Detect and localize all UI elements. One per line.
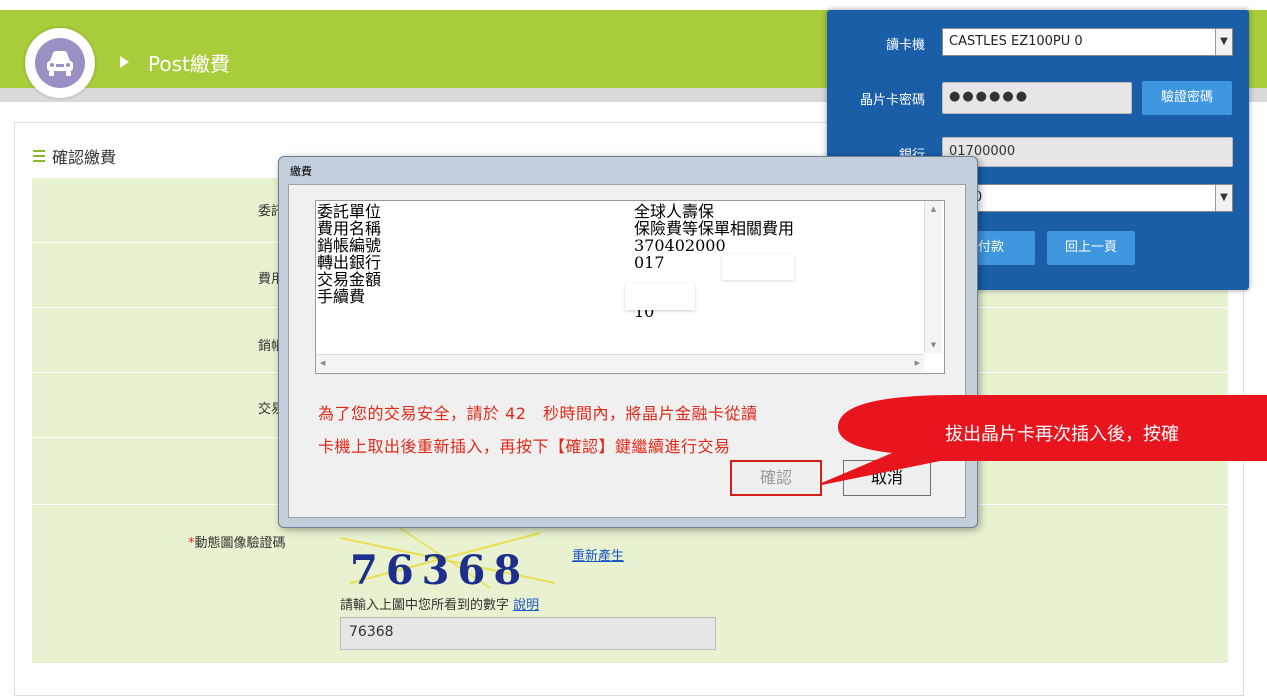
dialog-title: 繳費 xyxy=(290,165,312,178)
redaction-mask xyxy=(625,284,695,310)
section-title: 確認繳費 xyxy=(52,148,117,167)
reader-select[interactable]: CASTLES EZ100PU 0 ▼ xyxy=(942,28,1233,56)
breadcrumb-arrow-icon xyxy=(120,56,129,68)
scroll-left-icon[interactable]: ◀ xyxy=(320,359,325,367)
regenerate-captcha-link[interactable]: 重新產生 xyxy=(572,545,624,564)
captcha-help-text: 請輸入上圖中您所看到的數字 xyxy=(340,598,510,613)
info-value: 保險費等保單相關費用 xyxy=(634,219,795,238)
captcha-help: 請輸入上圖中您所看到的數字 說明 xyxy=(340,594,539,613)
info-value: 全球人壽保 xyxy=(634,202,715,221)
info-label: 銷帳編號 xyxy=(317,236,382,255)
captcha-text: 76368 xyxy=(350,547,529,588)
reader-select-value: CASTLES EZ100PU 0 xyxy=(949,34,1083,49)
callout-text: 拔出晶片卡再次插入後，按確 xyxy=(945,424,1179,445)
back-button[interactable]: 回上一頁 xyxy=(1047,231,1135,265)
confirm-button[interactable]: 確認 xyxy=(730,460,822,496)
help-link[interactable]: 說明 xyxy=(513,598,539,613)
car-icon xyxy=(35,38,85,88)
captcha-label: *動態圖像驗證碼 xyxy=(188,532,286,551)
list-icon xyxy=(33,150,45,162)
info-label: 轉出銀行 xyxy=(317,253,382,272)
info-label: 交易金額 xyxy=(317,270,382,289)
pin-input[interactable]: ●●●●●● xyxy=(942,82,1132,114)
captcha-label-text: 動態圖像驗證碼 xyxy=(194,536,286,551)
info-label: 委託單位 xyxy=(317,202,382,221)
info-value: 370402000 xyxy=(634,236,726,255)
info-value: 017 xyxy=(634,253,665,272)
captcha-image: 76368 xyxy=(339,527,556,594)
reader-label: 讀卡機 xyxy=(885,38,925,53)
horizontal-scrollbar[interactable]: ◀ ▶ xyxy=(316,354,924,372)
scroll-right-icon[interactable]: ▶ xyxy=(915,359,920,367)
chevron-down-icon[interactable]: ▼ xyxy=(1215,185,1232,211)
info-label: 費用名稱 xyxy=(317,219,382,238)
scroll-up-icon[interactable]: ▲ xyxy=(925,205,942,213)
info-label: 手續費 xyxy=(317,287,366,306)
page-title: Post繳費 xyxy=(148,52,230,76)
scroll-down-icon[interactable]: ▼ xyxy=(925,341,942,349)
verify-pin-button[interactable]: 驗證密碼 xyxy=(1142,81,1232,115)
redaction-mask xyxy=(722,254,794,280)
vertical-scrollbar[interactable]: ▲ ▼ xyxy=(924,201,942,353)
captcha-input[interactable]: 76368 xyxy=(340,617,716,650)
redaction-mask xyxy=(1027,187,1117,209)
bank-field: 01700000 xyxy=(942,137,1233,167)
chevron-down-icon[interactable]: ▼ xyxy=(1215,29,1232,55)
pin-label: 晶片卡密碼 xyxy=(859,93,925,108)
